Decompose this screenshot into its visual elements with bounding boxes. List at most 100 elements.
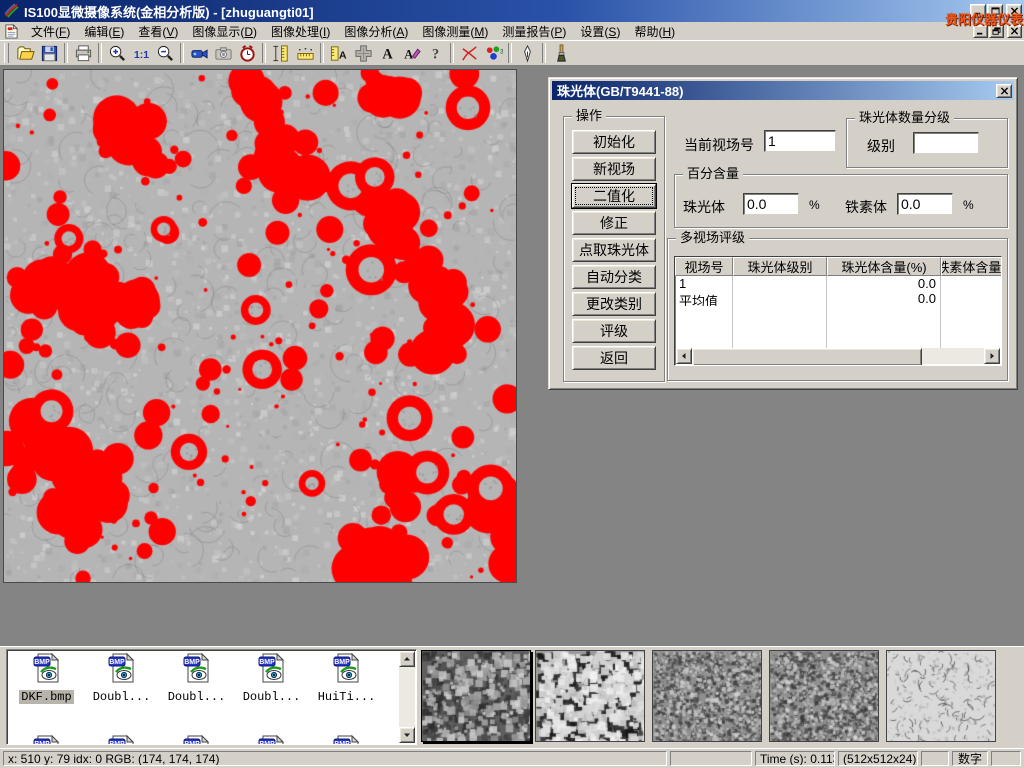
zoom-in-icon[interactable] (105, 42, 129, 64)
scroll-left-icon[interactable] (676, 348, 692, 364)
zoom-out-icon[interactable] (153, 42, 177, 64)
menu-bar: 文件(F)编辑(E)查看(V)图像显示(D)图像处理(I)图像分析(A)图像测量… (0, 22, 1024, 40)
table-cell (675, 306, 733, 321)
menu-f[interactable]: 文件(F) (24, 22, 77, 41)
table-header-3[interactable]: 珠光体含量(%) (827, 257, 941, 276)
toolbar-separator (180, 43, 184, 63)
file-name: Doubl... (91, 690, 153, 704)
scrollbar-thumb[interactable] (692, 348, 922, 366)
thumbnail-3[interactable] (652, 650, 762, 742)
video-capture-icon[interactable] (187, 42, 211, 64)
file-item-2[interactable]: BMP Doubl... (84, 652, 159, 704)
menu-p[interactable]: 测量报告(P) (495, 22, 573, 41)
svg-text:?: ? (431, 46, 438, 62)
horizontal-ruler-icon[interactable] (293, 42, 317, 64)
save-icon[interactable] (37, 42, 61, 64)
calibration-curve-icon[interactable] (457, 42, 481, 64)
table-header-4[interactable]: 铁素体含量(%) (941, 257, 1002, 276)
menu-v[interactable]: 查看(V) (131, 22, 185, 41)
scroll-up-icon[interactable] (399, 651, 415, 667)
multifield-legend: 多视场评级 (676, 230, 749, 245)
toolbar: 1:1AAA?3 (0, 40, 1024, 66)
help-icon[interactable]: ? (423, 42, 447, 64)
file-item-5[interactable]: BMPHuiTi... (309, 652, 384, 704)
table-row-3[interactable] (675, 306, 1001, 321)
bmp-file-icon: BMP (106, 734, 138, 745)
pen-icon[interactable] (515, 42, 539, 64)
file-vscrollbar[interactable] (399, 651, 415, 743)
op-button-9[interactable]: 返回 (572, 346, 656, 370)
grid-cross-icon[interactable] (351, 42, 375, 64)
file-item-4[interactable]: BMPDoubl... (234, 652, 309, 704)
timer-icon[interactable] (235, 42, 259, 64)
toolbar-separator (64, 43, 68, 63)
op-button-8[interactable]: 评级 (572, 319, 656, 343)
op-button-6[interactable]: 自动分类 (572, 265, 656, 289)
table-cell (733, 306, 827, 321)
actual-size-icon[interactable]: 1:1 (129, 42, 153, 64)
op-button-7[interactable]: 更改类别 (572, 292, 656, 316)
thumbnail-1[interactable] (421, 650, 531, 742)
grade-input[interactable] (913, 132, 979, 154)
svg-text:BMP: BMP (34, 659, 50, 666)
file-item-row2-3[interactable]: BMP (159, 734, 234, 745)
thumbnail-4[interactable] (769, 650, 879, 742)
document-icon[interactable] (4, 24, 19, 39)
file-item-3[interactable]: BMPDoubl... (159, 652, 234, 704)
table-header-1[interactable]: 视场号 (675, 257, 733, 276)
table-row-2[interactable]: 平均值0.0 (675, 291, 1001, 306)
open-file-icon[interactable] (13, 42, 37, 64)
file-item-row2-2[interactable]: BMP (84, 734, 159, 745)
ferrite-percent-input[interactable] (897, 193, 953, 215)
focus-rect (575, 187, 653, 205)
op-button-5[interactable]: 点取珠光体 (572, 238, 656, 262)
scroll-down-icon[interactable] (399, 727, 415, 743)
menu-a[interactable]: 图像分析(A) (337, 22, 415, 41)
toolbar-separator (542, 43, 546, 63)
rating-table[interactable]: 视场号珠光体级别珠光体含量(%)铁素体含量(%) 10.0平均值0.0 (674, 256, 1002, 366)
current-field-input[interactable] (764, 130, 836, 152)
menu-d[interactable]: 图像显示(D) (185, 22, 264, 41)
op-button-1[interactable]: 初始化 (572, 130, 656, 154)
pearlite-unit: % (809, 198, 820, 212)
bmp-file-icon: BMP (256, 652, 288, 687)
color-classify-icon[interactable]: 3 (481, 42, 505, 64)
operations-group: 操作 初始化新视场二值化修正点取珠光体自动分类更改类别评级返回 (563, 116, 665, 382)
table-row-1[interactable]: 10.0 (675, 276, 1001, 291)
file-item-1[interactable]: BMPDKF.bmp (9, 652, 84, 704)
pearlite-percent-input[interactable] (743, 193, 799, 215)
toolbar-grip[interactable] (4, 43, 9, 63)
table-cell: 平均值 (675, 291, 733, 306)
bmp-file-icon: BMP (106, 652, 138, 687)
edit-text-icon[interactable]: A (399, 42, 423, 64)
dialog-close-icon[interactable] (996, 84, 1012, 98)
vertical-ruler-icon[interactable] (269, 42, 293, 64)
measure-text-icon[interactable]: A (327, 42, 351, 64)
op-button-4[interactable]: 修正 (572, 211, 656, 235)
file-item-row2-5[interactable]: BMP (309, 734, 384, 745)
table-row-4[interactable] (675, 321, 1001, 336)
dialog-title-bar[interactable]: 珠光体(GB/T9441-88) (552, 81, 1014, 100)
menu-i[interactable]: 图像处理(I) (264, 22, 337, 41)
print-icon[interactable] (71, 42, 95, 64)
bmp-file-icon: BMP (181, 734, 213, 745)
menu-m[interactable]: 图像测量(M) (415, 22, 495, 41)
thumbnail-5[interactable] (886, 650, 996, 742)
brush-icon[interactable] (549, 42, 573, 64)
op-button-3[interactable]: 二值化 (572, 184, 656, 208)
op-button-2[interactable]: 新视场 (572, 157, 656, 181)
camera-capture-icon[interactable] (211, 42, 235, 64)
table-hscrollbar[interactable] (676, 348, 1000, 364)
text-annotation-icon[interactable]: A (375, 42, 399, 64)
thumbnail-2[interactable] (535, 650, 645, 742)
file-item-row2-4[interactable]: BMP (234, 734, 309, 745)
menu-h[interactable]: 帮助(H) (627, 22, 682, 41)
table-header-2[interactable]: 珠光体级别 (733, 257, 827, 276)
scroll-right-icon[interactable] (984, 348, 1000, 364)
toolbar-separator (262, 43, 266, 63)
menu-e[interactable]: 编辑(E) (77, 22, 131, 41)
file-item-row2-1[interactable]: BMP (9, 734, 84, 745)
menu-s[interactable]: 设置(S) (573, 22, 627, 41)
metallographic-image[interactable] (3, 69, 517, 583)
svg-text:BMP: BMP (334, 659, 350, 666)
